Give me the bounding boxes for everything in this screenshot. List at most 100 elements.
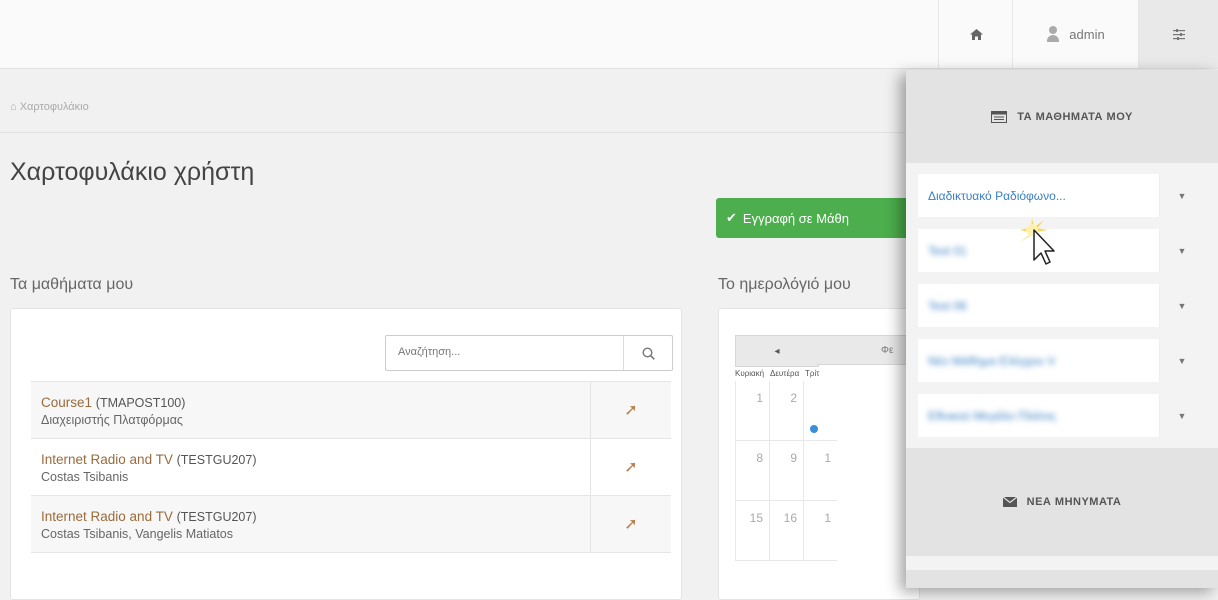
new-messages-label: ΝΕΑ ΜΗΝΥΜΑΤΑ — [1026, 496, 1122, 508]
new-messages-header[interactable]: ΝΕΑ ΜΗΝΥΜΑΤΑ — [906, 448, 1218, 556]
course-menu-caret[interactable]: ▼ — [1159, 284, 1204, 327]
home-icon[interactable]: ⌂ — [10, 101, 17, 113]
course-link[interactable]: Internet Radio and TV — [41, 452, 173, 467]
course-code: (TESTGU207) — [176, 453, 257, 467]
wrench-icon: ➚ — [624, 459, 638, 476]
course-menu-link[interactable]: Διαδικτυακό Ραδιόφωνο... — [918, 174, 1159, 217]
calendar-day[interactable]: 9 — [769, 441, 803, 501]
my-courses-heading: Τα μαθήματα μου — [10, 276, 134, 293]
caret-down-icon: ▼ — [1177, 355, 1187, 366]
list-item: Νέο Μάθημα Ελέγχου V ▼ — [918, 339, 1204, 382]
calendar-day[interactable]: 1 — [803, 501, 837, 561]
course-info: Internet Radio and TV (TESTGU207) Costas… — [31, 439, 591, 495]
home-button[interactable] — [938, 0, 1013, 68]
username-label: admin — [1069, 26, 1105, 42]
caret-down-icon: ▼ — [1177, 410, 1187, 421]
calendar-day[interactable]: 1 — [735, 381, 769, 441]
calendar-day[interactable]: 16 — [769, 501, 803, 561]
course-teacher: Διαχειριστής Πλατφόρμας — [41, 413, 183, 427]
list-item: Test 06 ▼ — [918, 284, 1204, 327]
course-info: Internet Radio and TV (TESTGU207) Costas… — [31, 496, 591, 552]
panel-footer — [906, 570, 1218, 588]
my-courses-label: ΤΑ ΜΑΘΗΜΑΤΑ ΜΟΥ — [1017, 110, 1133, 123]
course-link[interactable]: Course1 — [41, 395, 92, 410]
course-menu-link[interactable]: Νέο Μάθημα Ελέγχου V — [918, 339, 1159, 382]
courses-table: Course1 (TMAPOST100) Διαχειριστής Πλατφό… — [31, 381, 671, 553]
course-menu-caret[interactable]: ▼ — [1159, 174, 1204, 217]
caret-down-icon: ▼ — [1177, 190, 1187, 201]
search-button[interactable] — [623, 336, 672, 370]
search-icon — [641, 346, 655, 360]
course-search — [385, 335, 673, 371]
course-code: (TMAPOST100) — [95, 396, 186, 410]
calendar-day[interactable] — [803, 381, 837, 441]
weekday-label: Τρίτ — [805, 369, 820, 378]
course-menu-link[interactable]: Εθνικού Μεγάλο Πλάτος — [918, 394, 1159, 437]
user-menu-button[interactable]: admin — [1012, 0, 1139, 68]
calendar-week: 8 9 1 — [735, 441, 837, 501]
my-calendar-heading: Το ημερολόγιό μου — [718, 276, 851, 293]
courses-icon — [991, 110, 1008, 123]
sliders-icon — [1173, 28, 1185, 40]
course-menu-link[interactable]: Test 06 — [918, 284, 1159, 327]
course-menu-label: Εθνικού Μεγάλο Πλάτος — [928, 408, 1057, 423]
calendar-day[interactable]: 8 — [735, 441, 769, 501]
calendar-month-label: Φε — [817, 335, 919, 365]
course-code: (TESTGU207) — [176, 510, 257, 524]
course-menu-label: Νέο Μάθημα Ελέγχου V — [928, 353, 1056, 368]
calendar-day[interactable]: 1 — [803, 441, 837, 501]
course-menu-label: Διαδικτυακό Ραδιόφωνο... — [928, 188, 1066, 203]
top-navbar: admin — [0, 0, 1218, 69]
course-menu-caret[interactable]: ▼ — [1159, 339, 1204, 382]
course-teacher: Costas Tsibanis, Vangelis Matiatos — [41, 527, 233, 541]
search-input[interactable] — [386, 336, 628, 368]
calendar-weekdays: Κυριακή Δευτέρα Τρίτ — [735, 369, 840, 378]
page-title: Χαρτοφυλάκιο χρήστη — [10, 158, 255, 186]
course-menu-label: Test 01 — [928, 243, 967, 258]
course-settings-button[interactable]: ➚ — [591, 496, 671, 552]
breadcrumb-divider — [0, 132, 905, 133]
breadcrumb-current: Χαρτοφυλάκιο — [19, 101, 89, 113]
list-item: Εθνικού Μεγάλο Πλάτος ▼ — [918, 394, 1204, 437]
course-menu-label: Test 06 — [928, 298, 967, 313]
course-settings-button[interactable]: ➚ — [591, 382, 671, 438]
caret-down-icon: ▼ — [1177, 245, 1187, 256]
my-courses-header[interactable]: ΤΑ ΜΑΘΗΜΑΤΑ ΜΟΥ — [906, 70, 1218, 163]
table-row: Course1 (TMAPOST100) Διαχειριστής Πλατφό… — [31, 382, 671, 439]
calendar-panel: ◂ Φε Κυριακή Δευτέρα Τρίτ 1 2 8 9 1 15 1… — [718, 308, 920, 600]
course-settings-button[interactable]: ➚ — [591, 439, 671, 495]
table-row: Internet Radio and TV (TESTGU207) Costas… — [31, 439, 671, 496]
courses-panel: Course1 (TMAPOST100) Διαχειριστής Πλατφό… — [10, 308, 682, 600]
event-dot[interactable] — [810, 425, 818, 433]
wrench-icon: ➚ — [624, 516, 638, 533]
user-icon — [1047, 26, 1060, 42]
calendar-prev-button[interactable]: ◂ — [735, 335, 819, 367]
weekday-label: Δευτέρα — [770, 369, 800, 378]
enroll-button-label: Εγγραφή σε Μάθη — [742, 210, 849, 226]
course-link[interactable]: Internet Radio and TV — [41, 509, 173, 524]
course-menu-caret[interactable]: ▼ — [1159, 229, 1204, 272]
course-title: Internet Radio and TV (TESTGU207) — [41, 451, 590, 469]
calendar-week: 15 16 1 — [735, 501, 837, 561]
wrench-icon: ➚ — [624, 402, 638, 419]
course-menu-caret[interactable]: ▼ — [1159, 394, 1204, 437]
table-row: Internet Radio and TV (TESTGU207) Costas… — [31, 496, 671, 553]
calendar-week: 1 2 — [735, 381, 837, 441]
course-title: Internet Radio and TV (TESTGU207) — [41, 508, 590, 526]
enroll-course-button[interactable]: ✔ Εγγραφή σε Μάθη — [716, 198, 906, 238]
calendar-grid: 1 2 8 9 1 15 16 1 — [735, 381, 837, 561]
check-icon: ✔ — [726, 210, 737, 225]
home-icon — [969, 28, 983, 40]
side-dropdown-panel: ΤΑ ΜΑΘΗΜΑΤΑ ΜΟΥ Διαδικτυακό Ραδιόφωνο...… — [906, 70, 1218, 588]
calendar-day[interactable]: 2 — [769, 381, 803, 441]
course-title: Course1 (TMAPOST100) — [41, 394, 590, 412]
mouse-cursor-icon — [1020, 218, 1055, 265]
weekday-label: Κυριακή — [735, 369, 765, 378]
list-item: Διαδικτυακό Ραδιόφωνο... ▼ — [918, 174, 1204, 217]
course-teacher: Costas Tsibanis — [41, 470, 129, 484]
course-info: Course1 (TMAPOST100) Διαχειριστής Πλατφό… — [31, 382, 591, 438]
caret-down-icon: ▼ — [1177, 300, 1187, 311]
envelope-icon — [1002, 497, 1017, 507]
toggle-side-panel-button[interactable] — [1138, 0, 1218, 68]
calendar-day[interactable]: 15 — [735, 501, 769, 561]
